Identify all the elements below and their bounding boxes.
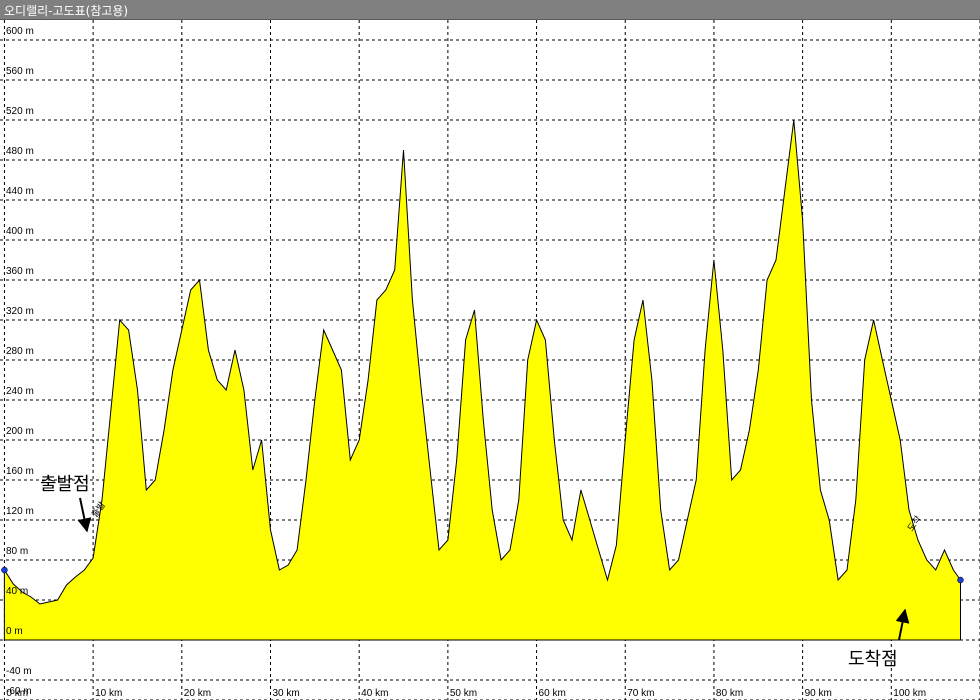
y-tick-label: 240 m: [6, 386, 34, 397]
window-title: 오디랠리-고도표(참고용): [4, 4, 129, 18]
x-tick-label: 30 km: [272, 688, 299, 699]
y-tick-label: 320 m: [6, 306, 34, 317]
x-tick-label: 60 km: [539, 688, 566, 699]
y-tick-label: 280 m: [6, 346, 34, 357]
x-tick-label: 100 km: [893, 688, 926, 699]
x-tick-label: 10 km: [95, 688, 122, 699]
y-tick-label: 600 m: [6, 26, 34, 37]
end-point-marker: [957, 576, 964, 584]
y-tick-label: 560 m: [6, 66, 34, 77]
y-tick-label: 120 m: [6, 506, 34, 517]
y-tick-label: 80 m: [6, 546, 28, 557]
y-tick-label: 40 m: [6, 586, 28, 597]
elevation-chart: 0 km 10 km 20 km 30 km 40 km 50 km 60 km 70 km 8…: [0, 20, 980, 700]
x-tick-label: 70 km: [627, 688, 654, 699]
y-tick-label: 400 m: [6, 226, 34, 237]
y-tick-label: -60 m: [6, 686, 32, 697]
y-tick-label: 480 m: [6, 146, 34, 157]
x-tick-label: 80 km: [716, 688, 743, 699]
end-point-label: 도착점: [848, 649, 898, 670]
y-tick-label: 440 m: [6, 186, 34, 197]
y-tick-label: 0 m: [6, 626, 23, 637]
x-tick-label: 50 km: [450, 688, 477, 699]
start-point-arrow: [77, 497, 92, 533]
x-tick-label: 40 km: [361, 688, 388, 699]
y-tick-label: 360 m: [6, 266, 34, 277]
x-tick-label: 90 km: [805, 688, 832, 699]
start-point-marker: [1, 566, 8, 574]
y-tick-label: -40 m: [6, 666, 32, 677]
start-point-label: 출발점: [40, 474, 90, 495]
y-tick-label: 160 m: [6, 466, 34, 477]
y-tick-label: 200 m: [6, 426, 34, 437]
x-tick-label: 20 km: [184, 688, 211, 699]
window-titlebar: 오디랠리-고도표(참고용): [0, 0, 980, 20]
y-tick-label: 520 m: [6, 106, 34, 117]
elevation-area: [3, 119, 961, 641]
